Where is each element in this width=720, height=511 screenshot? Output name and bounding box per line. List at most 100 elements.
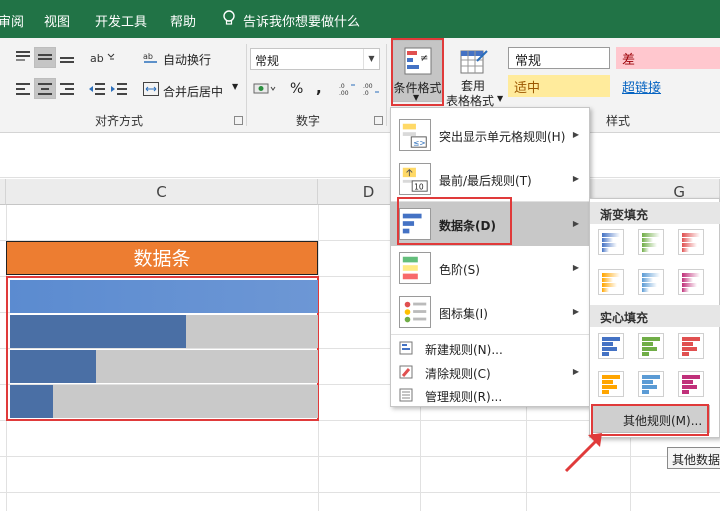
- tab-view[interactable]: 视图: [44, 11, 70, 30]
- tab-review[interactable]: 审阅: [0, 11, 24, 30]
- swatch-bar: [642, 278, 653, 282]
- svg-text:ab: ab: [90, 52, 104, 64]
- number-format-select[interactable]: 常规 ▼: [250, 48, 380, 70]
- formula-bar-area: [0, 134, 720, 178]
- align-left-icon[interactable]: [14, 80, 32, 98]
- data-bar-row[interactable]: [10, 315, 318, 348]
- format-as-table-icon[interactable]: [456, 44, 492, 80]
- style-normal[interactable]: 常规: [508, 47, 610, 69]
- align-center-icon[interactable]: [34, 78, 56, 99]
- menu-item-label: 数据条(D): [439, 219, 496, 233]
- align-bottom-icon[interactable]: [58, 48, 76, 66]
- data-bar-style-swatch[interactable]: [598, 333, 624, 359]
- swatch-bar: [642, 233, 660, 237]
- chevron-down-icon[interactable]: ▼: [232, 82, 238, 91]
- chevron-down-icon[interactable]: ▼: [413, 93, 419, 102]
- wrap-text-icon[interactable]: ab: [142, 48, 160, 66]
- menu-item-color-scales[interactable]: 色阶(S) ▶: [391, 246, 589, 290]
- data-bar-row[interactable]: [10, 350, 318, 383]
- annotation-arrow-icon: [564, 433, 602, 473]
- tab-help[interactable]: 帮助: [170, 11, 196, 30]
- tooltip: 其他数据: [667, 447, 720, 469]
- column-header-c[interactable]: C: [6, 179, 318, 205]
- swatch-bar: [682, 347, 697, 351]
- data-bar-header-cell[interactable]: 数据条: [6, 241, 318, 275]
- data-bar-style-swatch[interactable]: [678, 371, 704, 397]
- swatch-bar: [642, 352, 649, 356]
- new-rule-icon: [399, 341, 413, 355]
- swatch-bar: [682, 238, 693, 242]
- swatch-bar: [682, 375, 700, 379]
- swatch-bar: [602, 248, 609, 252]
- menu-item-label: 突出显示单元格规则(H): [439, 130, 566, 144]
- increase-decimal-icon[interactable]: .0.00: [338, 80, 358, 98]
- svg-text:≠: ≠: [420, 53, 428, 64]
- swatch-bar: [642, 288, 649, 292]
- swatch-bar: [682, 278, 693, 282]
- swatch-bar: [602, 273, 620, 277]
- chevron-right-icon: ▶: [572, 307, 579, 316]
- wrap-text-button[interactable]: 自动换行: [163, 51, 211, 68]
- data-bar-style-swatch[interactable]: [638, 269, 664, 295]
- data-bar-style-swatch[interactable]: [678, 229, 704, 255]
- group-label-number: 数字: [296, 114, 321, 128]
- conditional-format-menu: ≤> 突出显示单元格规则(H) ▶ 10 最前/最后规则(T) ▶ 数据条(D)…: [390, 107, 590, 407]
- swatch-bar: [642, 238, 653, 242]
- data-bar-row[interactable]: [10, 385, 318, 418]
- style-hyperlink-label: 超链接: [622, 81, 662, 96]
- data-bar-style-swatch[interactable]: [598, 269, 624, 295]
- chevron-right-icon: ▶: [572, 219, 579, 228]
- menu-item-new-rule[interactable]: 新建规则(N)...: [391, 336, 589, 360]
- chevron-right-icon: ▶: [572, 174, 579, 183]
- style-bad[interactable]: 差: [616, 47, 720, 69]
- menu-item-icon-sets[interactable]: 图标集(I) ▶: [391, 290, 589, 334]
- alignment-launcher-icon[interactable]: [234, 116, 243, 125]
- merge-center-button[interactable]: 合并后居中: [163, 83, 223, 100]
- swatch-bar: [602, 283, 617, 287]
- data-bar-style-swatch[interactable]: [638, 229, 664, 255]
- merge-center-icon[interactable]: [142, 80, 160, 98]
- menu-item-top-bottom[interactable]: 10 最前/最后规则(T) ▶: [391, 157, 589, 201]
- decrease-indent-icon[interactable]: [88, 80, 106, 98]
- swatch-bar: [602, 278, 613, 282]
- top-bottom-icon: 10: [399, 163, 431, 195]
- style-neutral[interactable]: 适中: [508, 75, 610, 97]
- menu-item-clear-rules[interactable]: 清除规则(C) ▶: [391, 360, 589, 384]
- data-bar-row[interactable]: [10, 280, 318, 313]
- menu-item-manage-rules[interactable]: 管理规则(R)...: [391, 384, 589, 406]
- chevron-right-icon: ▶: [572, 367, 579, 376]
- data-bar-range[interactable]: [6, 276, 319, 421]
- tab-developer[interactable]: 开发工具: [95, 11, 147, 30]
- data-bar-style-swatch[interactable]: [598, 229, 624, 255]
- chevron-down-icon[interactable]: ▼: [497, 94, 503, 103]
- manage-rules-icon: [399, 388, 413, 402]
- chevron-down-icon[interactable]: ▼: [363, 49, 379, 69]
- align-top-icon[interactable]: [14, 48, 32, 66]
- style-normal-label: 常规: [515, 54, 542, 69]
- style-hyperlink[interactable]: 超链接: [616, 75, 720, 97]
- currency-icon[interactable]: [252, 80, 278, 98]
- data-bar-style-swatch[interactable]: [638, 371, 664, 397]
- orientation-icon[interactable]: ab: [88, 48, 118, 66]
- align-middle-icon[interactable]: [34, 47, 56, 68]
- increase-indent-icon[interactable]: [110, 80, 128, 98]
- menu-item-label: 新建规则(N)...: [425, 343, 503, 357]
- data-bar-style-swatch[interactable]: [598, 371, 624, 397]
- data-bar: [10, 385, 54, 418]
- menu-item-data-bars[interactable]: 数据条(D) ▶: [391, 202, 589, 246]
- data-bar-style-swatch[interactable]: [678, 269, 704, 295]
- decrease-decimal-icon[interactable]: .00.0: [362, 80, 382, 98]
- swatch-bar: [602, 380, 613, 384]
- chevron-right-icon: ▶: [572, 263, 579, 272]
- tell-me-search[interactable]: 告诉我你想要做什么: [243, 11, 360, 30]
- number-launcher-icon[interactable]: [374, 116, 383, 125]
- group-divider: [386, 44, 387, 126]
- data-bar-style-swatch[interactable]: [638, 333, 664, 359]
- percent-button[interactable]: %: [290, 81, 303, 97]
- comma-button[interactable]: ,: [316, 79, 322, 97]
- swatch-bar: [642, 390, 649, 394]
- svg-text:10: 10: [414, 182, 424, 191]
- align-right-icon[interactable]: [58, 80, 76, 98]
- data-bar-style-swatch[interactable]: [678, 333, 704, 359]
- menu-item-highlight-rules[interactable]: ≤> 突出显示单元格规则(H) ▶: [391, 113, 589, 157]
